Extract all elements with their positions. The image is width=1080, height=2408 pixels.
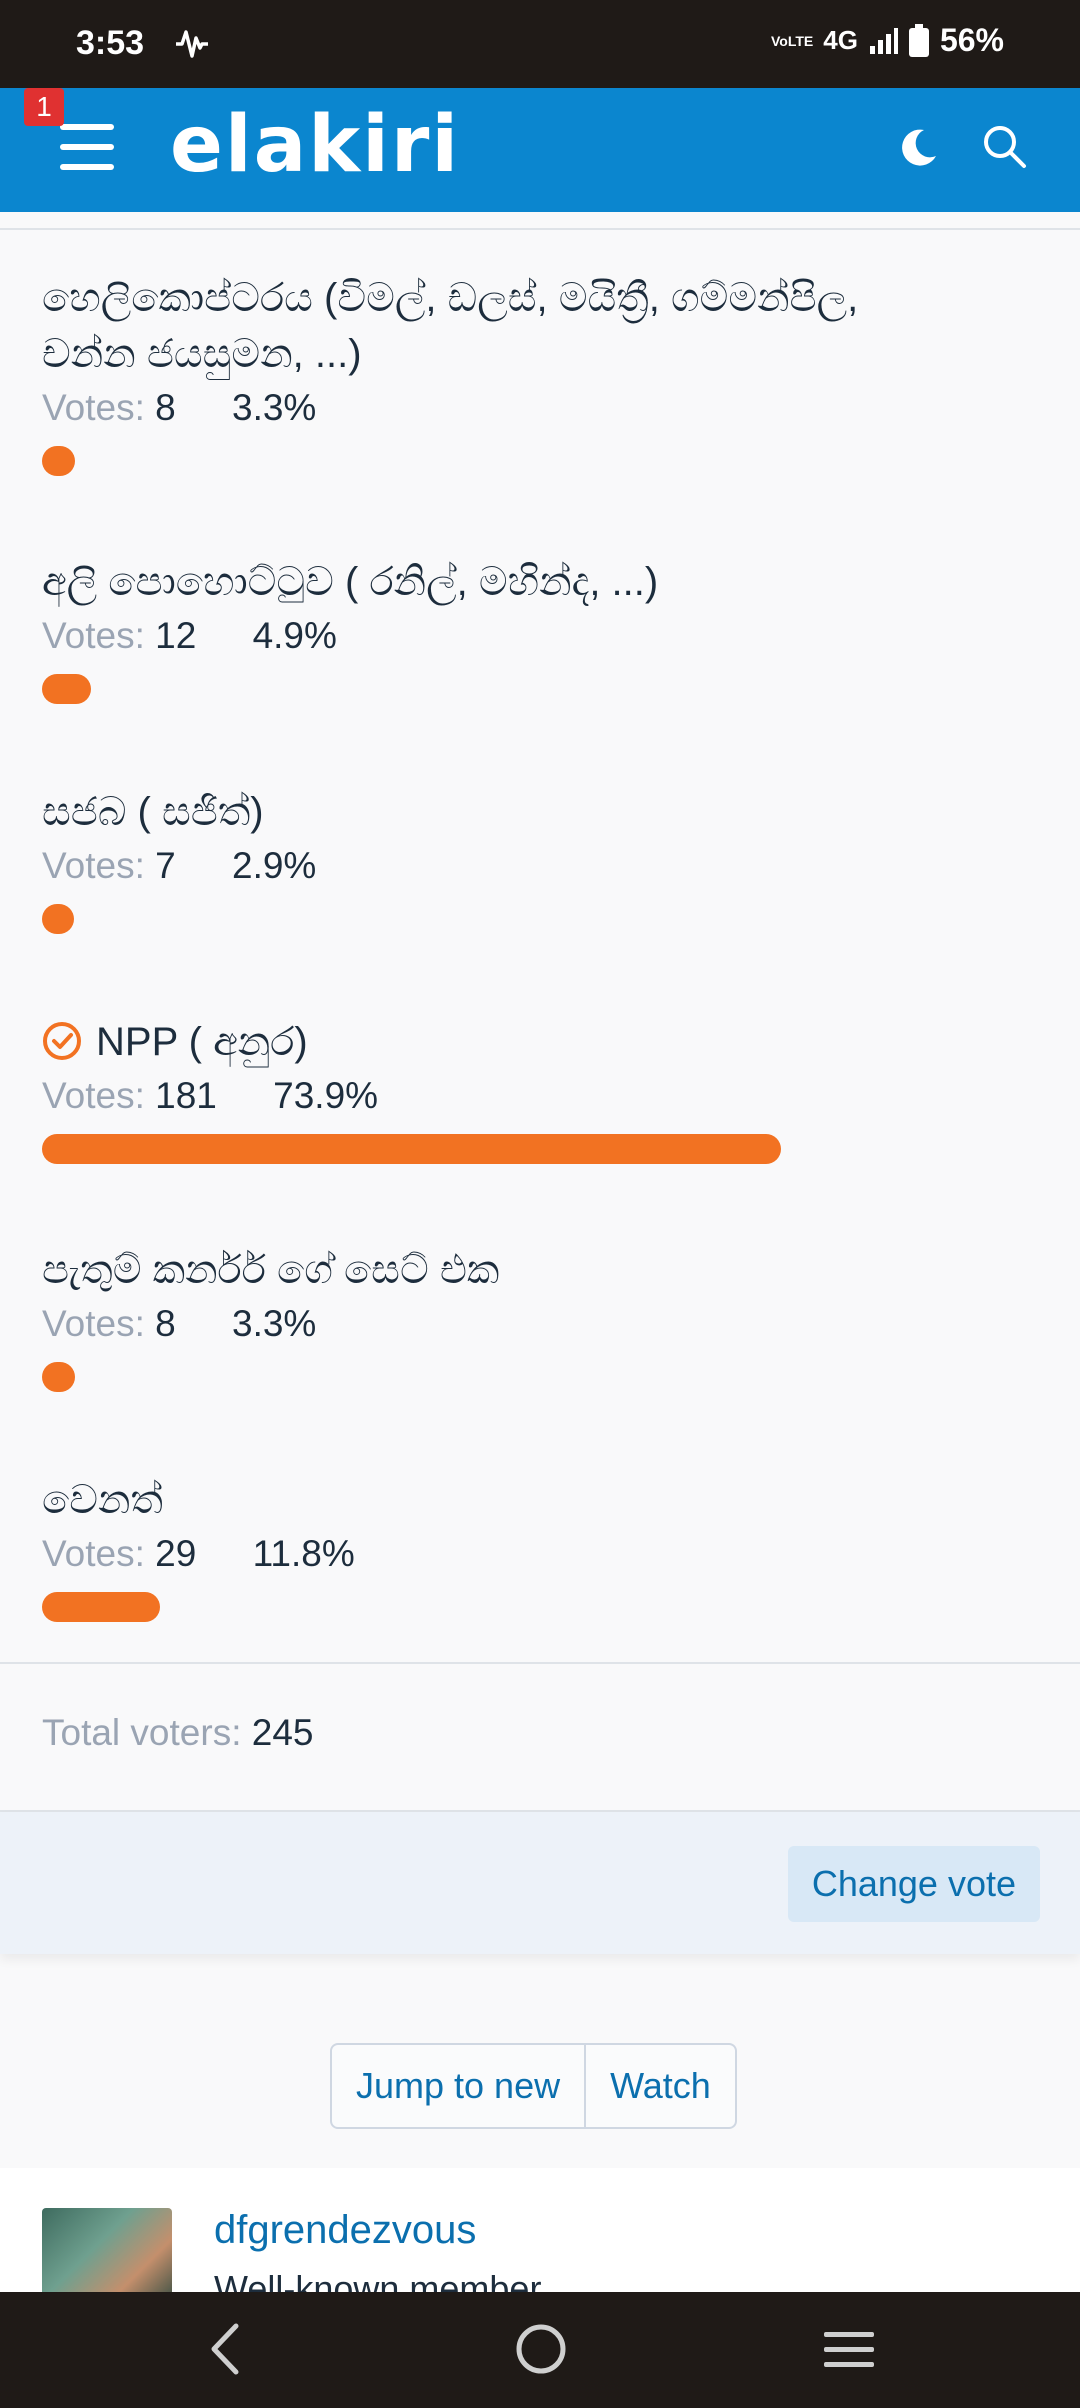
poll-option-votes: Votes: 7 2.9% — [42, 845, 317, 886]
check-circle-icon — [43, 1022, 81, 1060]
sound-wave-icon — [176, 30, 208, 58]
site-logo[interactable]: elakiri — [170, 100, 460, 190]
vote-bar — [42, 1134, 781, 1164]
watch-button[interactable]: Watch — [586, 2045, 735, 2127]
status-bar: 3:53 VoLTE 4G 56% — [0, 0, 1080, 88]
menu-button[interactable] — [60, 124, 116, 174]
poll-option-votes: Votes: 12 4.9% — [42, 615, 337, 656]
vote-bar — [42, 446, 75, 476]
poll-option-label-cont: චන්න ජයසුමන, ...) — [42, 332, 362, 376]
vote-bar — [42, 1362, 75, 1392]
search-icon[interactable] — [982, 124, 1028, 170]
divider — [0, 228, 1080, 230]
system-nav-bar — [0, 2292, 1080, 2408]
vote-bar — [42, 674, 91, 704]
poll-option-votes: Votes: 29 11.8% — [42, 1533, 355, 1574]
change-vote-button[interactable]: Change vote — [787, 1846, 1040, 1922]
dark-mode-icon[interactable] — [896, 126, 940, 170]
poll-option-label: පැතුම් කර්නර් ගේ සෙට් එක — [42, 1248, 500, 1292]
volte-icon: VoLTE — [771, 32, 814, 49]
poll-option: අලි පොහොට්ටුව ( රනිල්, මහින්ද, ...) Vote… — [42, 554, 1042, 704]
divider — [0, 1662, 1080, 1664]
vote-percent: 3.3% — [232, 1303, 317, 1344]
notification-badge: 1 — [24, 88, 64, 126]
vote-percent: 11.8% — [252, 1533, 355, 1574]
vote-count: 8 — [155, 1303, 176, 1344]
vote-count: 8 — [155, 387, 176, 428]
battery-icon — [908, 23, 929, 57]
vote-percent: 2.9% — [232, 845, 317, 886]
vote-count: 12 — [155, 615, 197, 656]
jump-to-new-button[interactable]: Jump to new — [332, 2045, 584, 2127]
vote-count: 29 — [155, 1533, 197, 1574]
poll-option: හෙලිකොප්ටරය (විමල්, ඩලස්, මයිත්‍රී, ගම්ම… — [42, 270, 1042, 476]
vote-bar — [42, 1592, 160, 1622]
poll-option: පැතුම් කර්නර් ගේ සෙට් එක Votes: 8 3.3% — [42, 1242, 1042, 1392]
back-icon[interactable] — [206, 2322, 246, 2376]
post-author: dfgrendezvous Well-known member — [0, 2168, 1080, 2309]
poll-option-votes: Votes: 8 3.3% — [42, 1303, 317, 1344]
poll-option-label: හෙලිකොප්ටරය (විමල්, ඩලස්, මයිත්‍රී, ගම්ම… — [42, 276, 859, 320]
status-icons: VoLTE 4G 56% — [771, 22, 1004, 59]
signal-icon — [869, 27, 898, 54]
vote-count: 7 — [155, 845, 176, 886]
network-type: 4G — [823, 25, 858, 55]
poll-option-label: වෙනත් — [42, 1478, 163, 1522]
battery-percent: 56% — [939, 22, 1004, 58]
poll-option-selected: NPP ( අනුර) Votes: 181 73.9% — [42, 1014, 1042, 1164]
total-voters-value: 245 — [251, 1712, 314, 1753]
username-link[interactable]: dfgrendezvous — [214, 2208, 476, 2253]
vote-percent: 4.9% — [252, 615, 337, 656]
poll-option: වෙනත් Votes: 29 11.8% — [42, 1472, 1042, 1622]
poll-option-label: සජබ ( සජිත්) — [42, 790, 264, 834]
total-voters: Total voters: 245 — [42, 1712, 314, 1753]
clock: 3:53 — [76, 24, 145, 62]
poll-option: සජබ ( සජිත්) Votes: 7 2.9% — [42, 784, 1042, 934]
home-icon[interactable] — [514, 2322, 568, 2376]
thread-actions: Jump to new Watch — [330, 2043, 737, 2129]
vote-percent: 73.9% — [273, 1075, 379, 1116]
poll-footer: Change vote — [0, 1812, 1080, 1954]
poll-option-votes: Votes: 8 3.3% — [42, 387, 317, 428]
vote-bar — [42, 904, 74, 934]
poll-option-label: NPP ( අනුර) — [96, 1020, 308, 1064]
poll-option-votes: Votes: 181 73.9% — [42, 1075, 379, 1116]
vote-percent: 3.3% — [232, 387, 317, 428]
vote-count: 181 — [155, 1075, 217, 1116]
poll-option-label: අලි පොහොට්ටුව ( රනිල්, මහින්ද, ...) — [42, 560, 659, 604]
recent-apps-icon[interactable] — [824, 2330, 874, 2370]
